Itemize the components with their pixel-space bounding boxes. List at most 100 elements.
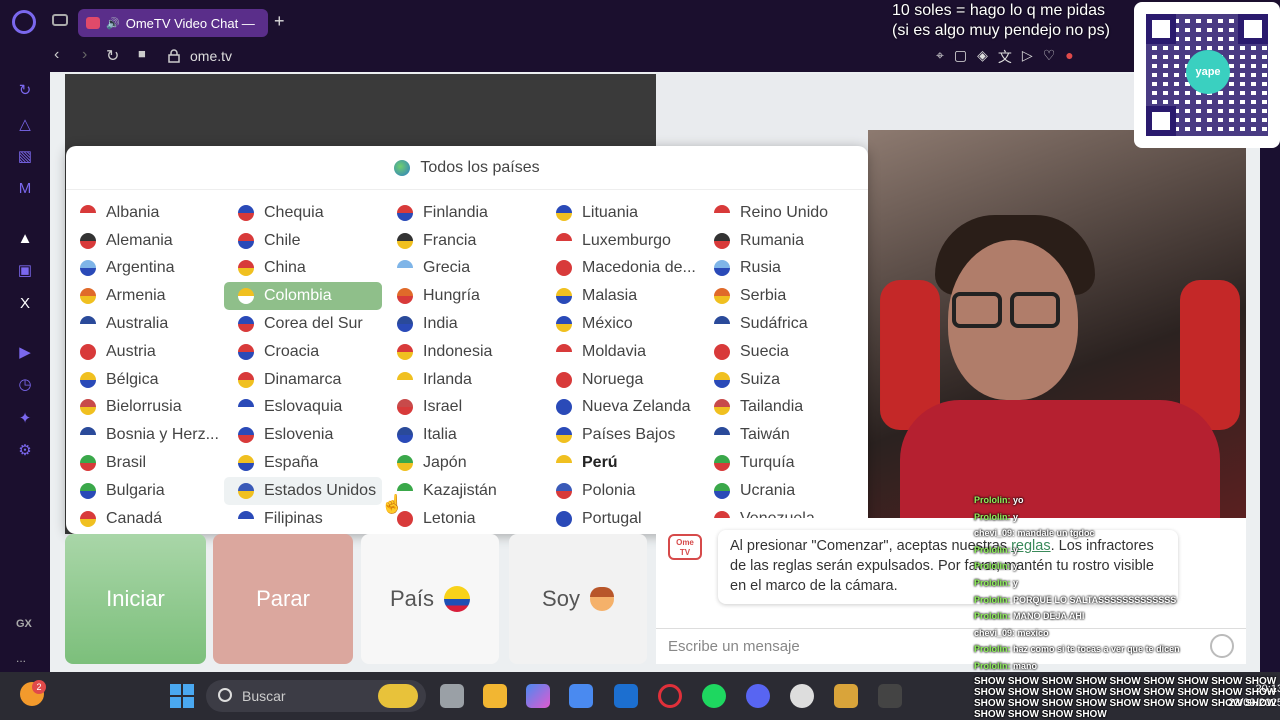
country-option[interactable]: Armenia xyxy=(66,282,224,310)
country-option[interactable]: Letonia xyxy=(383,505,541,533)
country-option[interactable]: Irlanda xyxy=(383,366,541,394)
tiktok-icon[interactable]: ▲ xyxy=(16,230,34,248)
workspace-icon[interactable]: ▧ xyxy=(16,148,34,166)
aria-icon[interactable]: △ xyxy=(16,116,34,134)
country-option[interactable]: Corea del Sur xyxy=(224,310,382,338)
spotify-icon[interactable] xyxy=(702,684,726,708)
country-option[interactable]: Países Bajos xyxy=(542,421,700,449)
heart-icon[interactable]: ♡ xyxy=(1043,47,1056,67)
country-option[interactable]: Francia xyxy=(383,227,541,255)
translate-icon[interactable]: 文 xyxy=(998,47,1012,67)
player-icon[interactable]: ▶ xyxy=(16,344,34,362)
stop-button[interactable]: Parar xyxy=(213,534,353,664)
country-option[interactable]: Bielorrusia xyxy=(66,394,224,422)
country-option[interactable]: Rumania xyxy=(700,227,858,255)
country-option[interactable]: Israel xyxy=(383,394,541,422)
country-option[interactable]: Alemania xyxy=(66,227,224,255)
country-option[interactable]: Macedonia de... xyxy=(542,255,700,283)
country-option[interactable]: Ucrania xyxy=(700,477,858,505)
country-option[interactable]: Brasil xyxy=(66,449,224,477)
country-option[interactable]: Serbia xyxy=(700,282,858,310)
country-option[interactable]: Japón xyxy=(383,449,541,477)
country-option[interactable]: Sudáfrica xyxy=(700,310,858,338)
country-option[interactable]: Taiwán xyxy=(700,421,858,449)
messenger-icon[interactable]: M xyxy=(16,180,34,198)
country-option[interactable]: Suecia xyxy=(700,338,858,366)
country-option[interactable]: Croacia xyxy=(224,338,382,366)
twitch-icon[interactable]: ▣ xyxy=(16,262,34,280)
gx-corner-label[interactable]: GX xyxy=(16,618,32,630)
country-option[interactable]: Bosnia y Herz... xyxy=(66,421,224,449)
country-option[interactable]: China xyxy=(224,255,382,283)
store-icon[interactable] xyxy=(569,684,593,708)
sidebar-more-icon[interactable]: ... xyxy=(16,651,26,665)
file-explorer-icon[interactable] xyxy=(483,684,507,708)
country-option[interactable]: Moldavia xyxy=(542,338,700,366)
country-option[interactable]: Turquía xyxy=(700,449,858,477)
country-option[interactable]: Filipinas xyxy=(224,505,382,533)
all-countries-header[interactable]: Todos los países xyxy=(66,146,868,190)
country-option[interactable]: Grecia xyxy=(383,255,541,283)
start-button[interactable]: Iniciar xyxy=(65,534,206,664)
country-option[interactable]: Perú xyxy=(542,449,700,477)
tab-ometv[interactable]: 🔊 OmeTV Video Chat — xyxy=(78,9,268,37)
url-text[interactable]: ome.tv xyxy=(190,48,232,64)
send-icon[interactable]: ▷ xyxy=(1022,47,1033,67)
opera-gx-taskbar-icon[interactable] xyxy=(658,684,682,708)
country-option[interactable]: Nueva Zelanda xyxy=(542,394,700,422)
country-option[interactable]: Canadá xyxy=(66,505,224,533)
country-option[interactable]: Polonia xyxy=(542,477,700,505)
country-option[interactable]: Luxemburgo xyxy=(542,227,700,255)
task-view-icon[interactable] xyxy=(440,684,464,708)
country-option[interactable]: Malasia xyxy=(542,282,700,310)
country-option[interactable]: Australia xyxy=(66,310,224,338)
opera-logo-icon[interactable] xyxy=(12,10,36,34)
country-option[interactable]: Chequia xyxy=(224,199,382,227)
country-option[interactable]: Rusia xyxy=(700,255,858,283)
country-option[interactable]: Argentina xyxy=(66,255,224,283)
country-option[interactable]: España xyxy=(224,449,382,477)
snapshot-icon[interactable]: ▢ xyxy=(954,47,967,67)
record-icon[interactable]: ● xyxy=(1065,47,1073,67)
country-option[interactable]: Dinamarca xyxy=(224,366,382,394)
reload-icon[interactable]: ↻ xyxy=(106,46,119,66)
country-option[interactable]: Estados Unidos xyxy=(224,476,382,505)
country-option[interactable]: Indonesia xyxy=(383,338,541,366)
anime-app-icon[interactable] xyxy=(878,684,902,708)
country-option[interactable]: Albania xyxy=(66,199,224,227)
copilot-icon[interactable] xyxy=(526,684,550,708)
country-option[interactable]: Bélgica xyxy=(66,366,224,394)
discord-icon[interactable] xyxy=(746,684,770,708)
back-icon[interactable]: ‹ xyxy=(54,46,59,64)
windows-start-icon[interactable] xyxy=(170,684,194,708)
country-button[interactable]: País xyxy=(361,534,499,664)
country-option[interactable]: México xyxy=(542,310,700,338)
country-option[interactable]: Italia xyxy=(383,421,541,449)
country-option[interactable]: Chile xyxy=(224,227,382,255)
country-option[interactable]: Tailandia xyxy=(700,394,858,422)
gender-button[interactable]: Soy xyxy=(509,534,647,664)
country-option[interactable]: Eslovenia xyxy=(224,421,382,449)
country-option[interactable]: Kazajistán xyxy=(383,477,541,505)
country-option[interactable]: Eslovaquia xyxy=(224,394,382,422)
shield-icon[interactable]: ◈ xyxy=(977,47,988,67)
country-option[interactable]: India xyxy=(383,310,541,338)
search-highlight-icon[interactable] xyxy=(378,684,418,708)
country-option[interactable]: Suiza xyxy=(700,366,858,394)
country-option[interactable]: Hungría xyxy=(383,282,541,310)
country-option[interactable]: Colombia xyxy=(224,282,382,311)
country-option[interactable]: Finlandia xyxy=(383,199,541,227)
league-icon[interactable] xyxy=(834,684,858,708)
history-icon[interactable]: ◷ xyxy=(16,376,34,394)
settings-gear-icon[interactable]: ⚙ xyxy=(16,442,34,460)
country-option[interactable]: Noruega xyxy=(542,366,700,394)
refresh-sidebar-icon[interactable]: ↻ xyxy=(16,82,34,100)
country-option[interactable]: Lituania xyxy=(542,199,700,227)
country-option[interactable]: Reino Unido xyxy=(700,199,858,227)
x-icon[interactable]: X xyxy=(16,295,34,313)
tab-switcher-icon[interactable] xyxy=(52,14,68,26)
country-option[interactable]: Austria xyxy=(66,338,224,366)
obs-icon[interactable] xyxy=(790,684,814,708)
new-tab-button[interactable]: + xyxy=(274,11,285,32)
camera-icon[interactable]: ■ xyxy=(138,46,146,61)
